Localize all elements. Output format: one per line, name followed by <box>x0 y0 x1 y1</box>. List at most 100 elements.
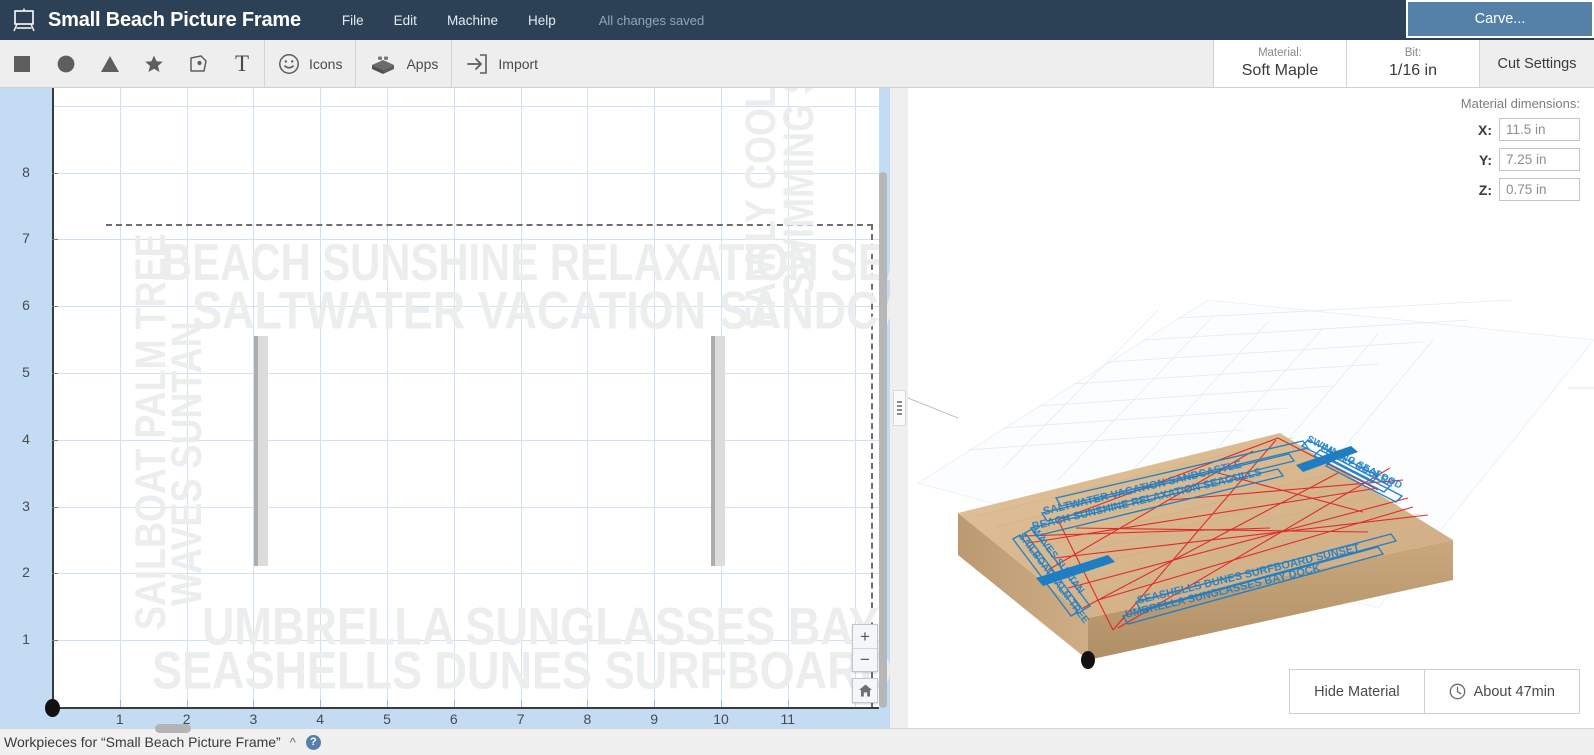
help-icon[interactable]: ? <box>305 734 321 750</box>
workpieces-status-bar: Workpieces for “Small Beach Picture Fram… <box>0 724 1594 755</box>
x-tick-label: 5 <box>383 711 391 727</box>
y-tick-mark <box>52 640 58 642</box>
y-tick-label: 5 <box>22 364 30 380</box>
dim-y-input[interactable] <box>1499 148 1580 171</box>
y-tick-mark <box>52 239 58 241</box>
blocks-icon <box>369 40 397 87</box>
dim-x-label: X: <box>1478 121 1492 138</box>
zoom-out-button[interactable]: − <box>853 648 877 671</box>
y-axis-line <box>52 88 54 709</box>
toolbar-right-group: Material: Soft Maple Bit: 1/16 in Cut Se… <box>1213 40 1594 87</box>
x-tick-mark <box>253 700 255 707</box>
home-control <box>852 678 878 703</box>
x-tick-mark <box>787 700 789 707</box>
dim-y-label: Y: <box>1479 151 1492 168</box>
carve-button[interactable]: Carve... <box>1406 0 1594 38</box>
pane-divider[interactable] <box>890 88 908 728</box>
x-tick-mark <box>654 700 656 707</box>
home-button[interactable] <box>853 679 877 702</box>
x-tick-mark <box>587 700 589 707</box>
x-tick-mark <box>119 700 121 707</box>
x-tick-label: 1 <box>115 711 124 727</box>
origin-marker[interactable] <box>45 699 60 717</box>
selected-rect-left[interactable] <box>254 336 268 566</box>
3d-preview-pane[interactable]: BEACH SUNSHINE RELAXATION SEAGULLS SALTW… <box>908 88 1594 728</box>
x-tick-mark <box>320 700 322 707</box>
easel-carve-logo-icon <box>13 8 35 32</box>
y-tick-label: 8 <box>22 163 30 180</box>
x-tick-label: 3 <box>249 711 258 727</box>
y-tick-mark <box>52 506 58 508</box>
design-artwork[interactable]: BEACH SUNSHINE RELAXATION SEAGULLSSALTWA… <box>106 88 890 708</box>
apps-button[interactable]: Apps <box>355 40 451 87</box>
bit-setting[interactable]: Bit: 1/16 in <box>1347 40 1480 87</box>
divider-grip[interactable] <box>892 390 906 426</box>
menu-help[interactable]: Help <box>513 0 571 40</box>
square-icon <box>14 55 30 72</box>
page-title: Small Beach Picture Frame <box>48 8 301 31</box>
y-tick-mark <box>52 573 58 575</box>
dim-z-label: Z: <box>1478 181 1492 198</box>
triangle-tool[interactable] <box>88 40 132 87</box>
smiley-icon <box>278 40 300 87</box>
dimension-row-x: X: <box>1461 118 1580 141</box>
material-value: Soft Maple <box>1241 62 1319 79</box>
y-tick-label: 1 <box>22 631 30 648</box>
hide-material-button[interactable]: Hide Material <box>1289 669 1425 714</box>
menu-edit[interactable]: Edit <box>379 0 432 40</box>
y-tick-label: 3 <box>22 497 30 514</box>
canvas-surface[interactable]: BEACH SUNSHINE RELAXATION SEAGULLSSALTWA… <box>53 88 890 708</box>
design-text-horizontal[interactable]: SEASHELLS DUNES SURFBOARD SUNSET <box>152 640 890 701</box>
x-tick-label: 8 <box>583 711 592 727</box>
x-tick-mark <box>453 700 455 707</box>
star-icon <box>145 55 163 72</box>
y-tick-mark <box>52 373 58 374</box>
x-tick-mark <box>387 700 388 707</box>
import-button[interactable]: Import <box>451 40 551 87</box>
chevron-up-icon[interactable]: ^ <box>290 735 296 750</box>
statusbar-resize-handle[interactable] <box>155 724 191 733</box>
zoom-in-button[interactable]: + <box>853 625 877 648</box>
y-tick-label: 4 <box>22 430 30 447</box>
material-label: Material: <box>1257 47 1303 59</box>
menu-file[interactable]: File <box>327 0 379 40</box>
carve-duration-button[interactable]: About 47min <box>1424 669 1580 714</box>
design-canvas-pane[interactable]: BEACH SUNSHINE RELAXATION SEAGULLSSALTWA… <box>0 88 890 728</box>
main-workspace: BEACH SUNSHINE RELAXATION SEAGULLSSALTWA… <box>0 88 1594 728</box>
easel-logo[interactable] <box>0 0 48 40</box>
menu-machine[interactable]: Machine <box>432 0 513 40</box>
star-tool[interactable] <box>132 40 176 87</box>
icons-button[interactable]: Icons <box>264 40 355 87</box>
app-header: Small Beach Picture Frame File Edit Mach… <box>0 0 1594 40</box>
cut-settings-button[interactable]: Cut Settings <box>1480 40 1594 87</box>
material-setting[interactable]: Material: Soft Maple <box>1214 40 1347 87</box>
import-arrow-icon <box>465 40 489 87</box>
dim-x-input[interactable] <box>1499 118 1580 141</box>
selected-rect-right[interactable] <box>711 336 725 566</box>
x-tick-mark <box>186 700 188 707</box>
y-tick-label: 7 <box>22 230 30 247</box>
text-t-icon: T <box>234 51 250 76</box>
x-tick-label: 4 <box>316 711 325 727</box>
material-dimensions-panel: Material dimensions: X: Y: Z: <box>1461 96 1580 208</box>
y-tick-label: 6 <box>22 297 30 314</box>
material-dimensions-label: Material dimensions: <box>1460 96 1580 111</box>
menu-bar: File Edit Machine Help <box>327 0 571 40</box>
x-tick-mark <box>721 700 722 707</box>
canvas-vertical-scrollbar[interactable] <box>879 172 887 708</box>
hide-material-label: Hide Material <box>1314 683 1400 700</box>
design-text-vertical[interactable]: SWIMMING SEAFOOD <box>774 88 824 296</box>
design-text-vertical[interactable]: WAVES SUNTAN <box>162 321 212 606</box>
square-tool[interactable] <box>0 40 44 87</box>
pen-tool[interactable] <box>176 40 220 87</box>
circle-icon <box>57 55 75 72</box>
preview-action-bar: Hide Material About 47min <box>1289 669 1580 714</box>
x-tick-label: 6 <box>449 711 458 727</box>
y-tick-label: 2 <box>22 564 30 581</box>
x-tick-mark <box>520 700 522 707</box>
y-tick-mark <box>52 306 58 308</box>
circle-tool[interactable] <box>44 40 88 87</box>
text-tool[interactable]: T <box>220 40 264 87</box>
y-tick-mark <box>52 439 58 441</box>
dim-z-input[interactable] <box>1499 178 1580 201</box>
